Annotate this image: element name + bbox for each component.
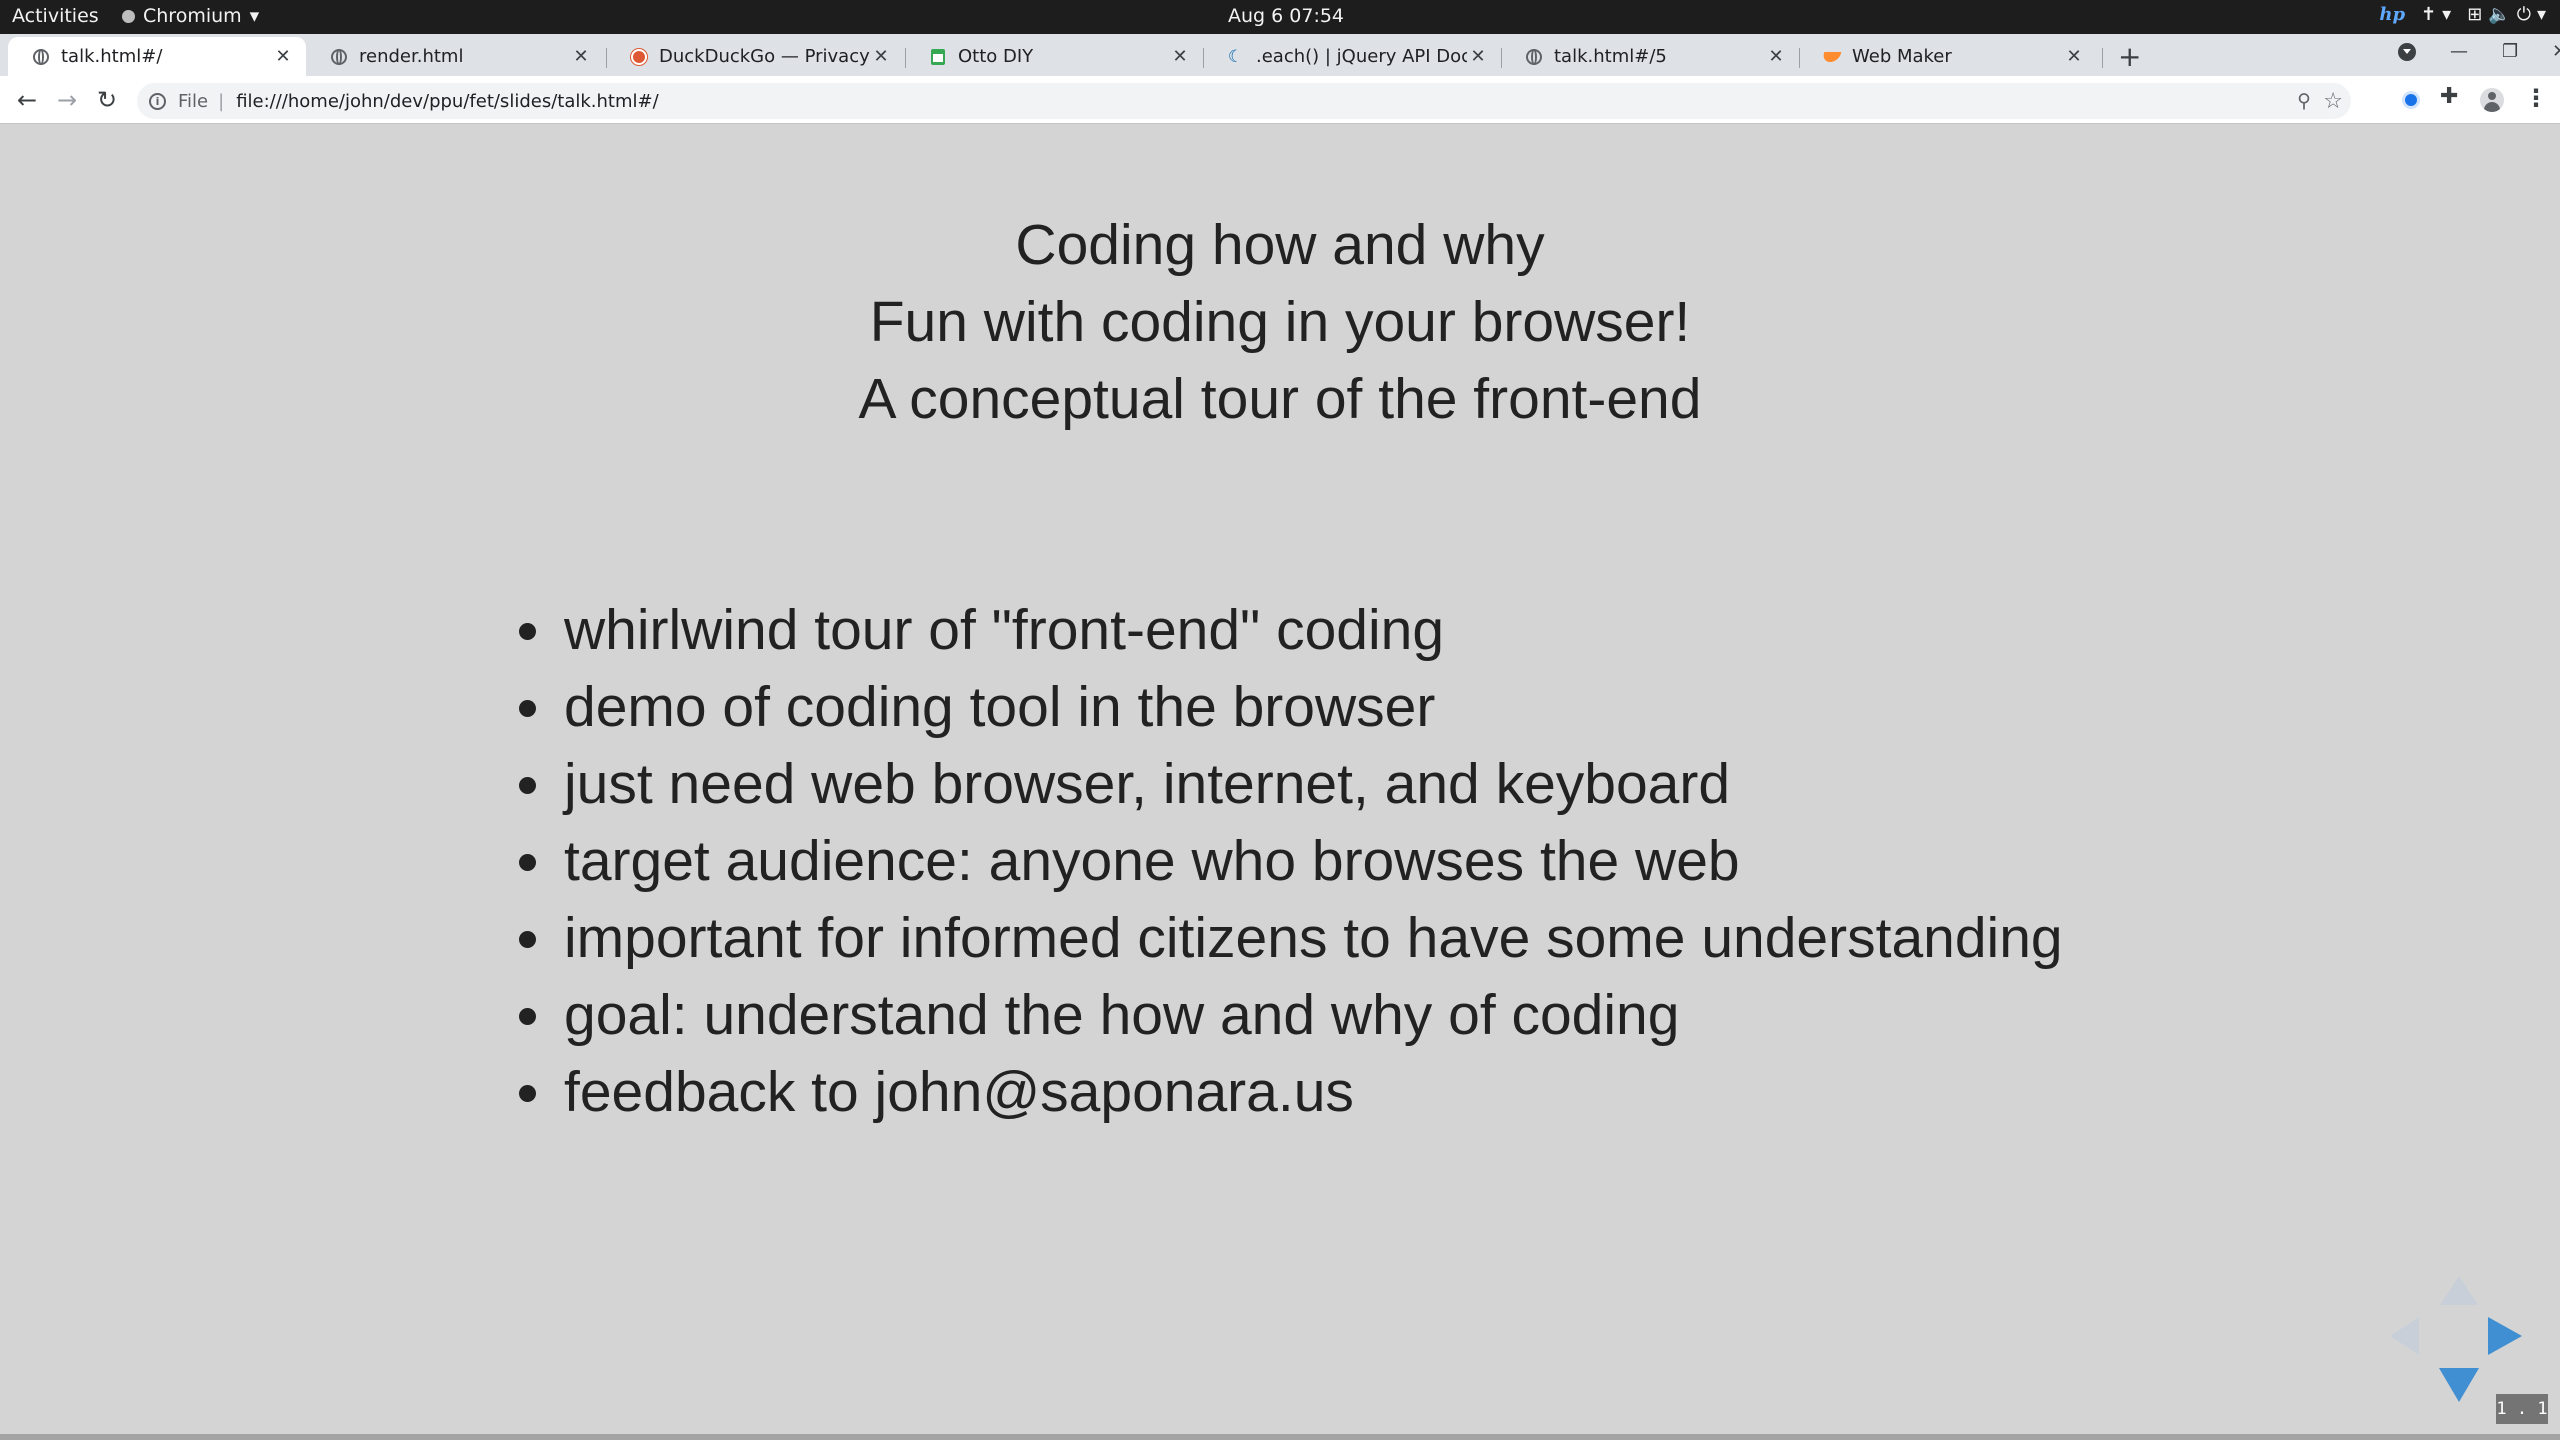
tab-title: Web Maker (1852, 46, 1952, 67)
extension-icon[interactable] (2402, 91, 2420, 109)
list-item: whirlwind tour of "front-end" coding (514, 592, 2063, 669)
profile-avatar-icon[interactable] (2480, 88, 2504, 112)
clock[interactable]: Aug 6 07:54 (1228, 5, 1344, 27)
webmaker-icon (1821, 48, 1842, 65)
extensions-puzzle-icon[interactable]: ✚ (2440, 84, 2458, 109)
hp-icon[interactable]: hp (2379, 4, 2405, 25)
list-item: feedback to john@saponara.us (514, 1054, 2063, 1131)
list-item: just need web browser, internet, and key… (514, 746, 2063, 823)
tab-title: DuckDuckGo — Privacy, simplified. (659, 46, 870, 67)
tab-strip: talk.html#/ ✕ render.html ✕ DuckDuckGo —… (0, 34, 2560, 76)
list-item: demo of coding tool in the browser (514, 669, 2063, 746)
tab-separator (2102, 48, 2103, 68)
tab-title: talk.html#/5 (1554, 46, 1667, 67)
app-menu[interactable]: Chromium ▾ (122, 5, 259, 27)
tab-talk-html[interactable]: talk.html#/ ✕ (8, 37, 306, 76)
chevron-down-icon: ▾ (249, 5, 260, 27)
close-icon[interactable]: ✕ (1467, 46, 1489, 67)
close-icon[interactable]: ✕ (1169, 46, 1191, 67)
close-window-icon[interactable]: ✕ (2552, 41, 2560, 62)
chromium-icon (122, 9, 135, 23)
network-icon: ⊞ (2467, 4, 2483, 25)
scheme-label: File (178, 90, 209, 112)
slide-subtitle-2: A conceptual tour of the front-end (858, 367, 1702, 431)
search-tabs-icon[interactable] (2398, 42, 2416, 61)
url-text[interactable]: file:///home/john/dev/ppu/fet/slides/tal… (236, 91, 658, 112)
slide-bullet-list: whirlwind tour of "front-end" coding dem… (514, 592, 2063, 1131)
list-item: important for informed citizens to have … (514, 900, 2063, 977)
tab-render-html[interactable]: render.html ✕ (306, 37, 604, 76)
power-icon: ⏻ (2516, 4, 2531, 25)
close-icon[interactable]: ✕ (870, 46, 892, 67)
tab-title: Otto DIY (958, 46, 1034, 67)
tab-otto-diy[interactable]: Otto DIY ✕ (905, 37, 1203, 76)
accessibility-icon: ✝ (2421, 4, 2437, 25)
tab-title: .each() | jQuery API Documentation (1256, 46, 1467, 67)
otto-icon (929, 48, 946, 65)
nav-left-arrow-icon[interactable] (2390, 1317, 2419, 1355)
zoom-icon[interactable]: ⚲ (2297, 90, 2311, 112)
progress-bar (0, 1434, 2560, 1440)
new-tab-button[interactable]: + (2118, 40, 2141, 73)
close-icon[interactable]: ✕ (570, 46, 592, 67)
tab-duckduckgo[interactable]: DuckDuckGo — Privacy, simplified. ✕ (606, 37, 904, 76)
chevron-down-icon: ▾ (2442, 4, 2452, 25)
slide-subtitle: Fun with coding in your browser! (869, 290, 1691, 354)
system-tray: hp ✝ ▾ ⊞ 🔈 ⏻ ▾ (2379, 4, 2546, 25)
app-menu-label: Chromium (143, 5, 242, 27)
slide-headings: Coding how and why Fun with coding in yo… (0, 207, 2560, 438)
menu-icon[interactable]: ⋮ (2524, 84, 2548, 112)
close-icon[interactable]: ✕ (272, 46, 294, 67)
tab-jquery-each[interactable]: ☾ .each() | jQuery API Documentation ✕ (1203, 37, 1501, 76)
globe-icon (32, 48, 49, 65)
nav-up-arrow-icon[interactable] (2440, 1276, 2478, 1305)
jquery-icon: ☾ (1227, 46, 1244, 67)
duckduckgo-icon (630, 48, 647, 65)
divider: | (218, 90, 225, 112)
system-top-bar: Activities Chromium ▾ Aug 6 07:54 hp ✝ ▾… (0, 0, 2560, 34)
slide-title: Coding how and why (1015, 213, 1545, 277)
slide-number: 1 . 1 (2496, 1394, 2548, 1424)
close-icon[interactable]: ✕ (2063, 46, 2085, 67)
list-item: target audience: anyone who browses the … (514, 823, 2063, 900)
activities-button[interactable]: Activities (12, 5, 99, 27)
system-status-menu[interactable]: ⊞ 🔈 ⏻ ▾ (2467, 4, 2546, 25)
bookmark-star-icon[interactable]: ☆ (2323, 89, 2343, 114)
accessibility-menu[interactable]: ✝ ▾ (2421, 4, 2451, 25)
close-icon[interactable]: ✕ (1765, 46, 1787, 67)
restore-icon[interactable]: ❐ (2502, 41, 2518, 62)
minimize-icon[interactable]: — (2450, 41, 2468, 62)
tab-web-maker[interactable]: Web Maker ✕ (1799, 37, 2097, 76)
chevron-down-icon: ▾ (2536, 4, 2546, 25)
info-icon[interactable]: i (149, 92, 166, 110)
tab-title: render.html (359, 46, 464, 67)
tab-talk-html-5[interactable]: talk.html#/5 ✕ (1501, 37, 1799, 76)
nav-right-arrow-icon[interactable] (2488, 1317, 2522, 1355)
volume-icon: 🔈 (2488, 4, 2511, 25)
window-controls: — ❐ ✕ (2398, 41, 2560, 62)
list-item: goal: understand the how and why of codi… (514, 977, 2063, 1054)
tab-title: talk.html#/ (61, 46, 163, 67)
reload-button[interactable]: ↻ (90, 83, 124, 117)
back-button[interactable]: ← (10, 83, 44, 117)
forward-button[interactable]: → (50, 83, 84, 117)
browser-toolbar: ← → ↻ i File | file:///home/john/dev/ppu… (0, 76, 2560, 124)
address-bar[interactable]: i File | file:///home/john/dev/ppu/fet/s… (137, 83, 2351, 119)
globe-icon (1525, 48, 1542, 65)
globe-icon (330, 48, 347, 65)
nav-down-arrow-icon[interactable] (2439, 1368, 2479, 1402)
